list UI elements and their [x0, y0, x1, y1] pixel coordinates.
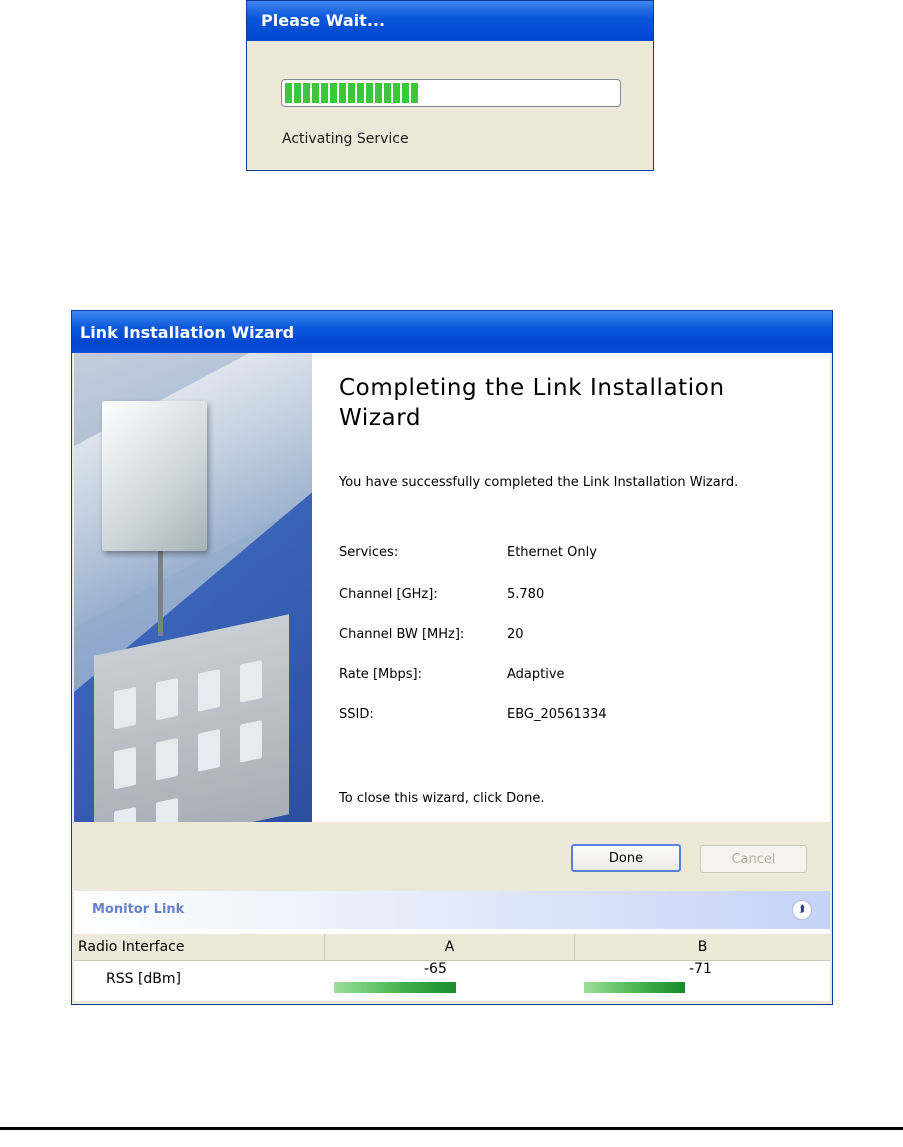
illustration-window — [156, 797, 178, 822]
wizard-content: Completing the Link Installation Wizard … — [339, 373, 819, 806]
page-bottom-rule — [0, 1127, 903, 1130]
illustration-window — [156, 737, 178, 781]
rss-label: RSS [dBm] — [106, 971, 182, 987]
illustration-window — [198, 668, 220, 712]
close-instruction: To close this wizard, click Done. — [339, 791, 545, 806]
link-installation-wizard: Link Installation Wizard Completing the … — [71, 310, 833, 1005]
monitor-table: Radio Interface A B RSS [dBm] -65 -71 — [74, 933, 830, 995]
progress-fill — [285, 83, 418, 103]
please-wait-title: Please Wait... — [247, 1, 653, 41]
info-row-channel-bw: Channel BW [MHz]: 20 — [339, 627, 759, 647]
illustration-building — [94, 614, 289, 822]
column-header-b: B — [574, 934, 830, 960]
activation-progress-bar — [281, 79, 621, 107]
illustration-antenna-panel — [102, 401, 207, 551]
progress-status-text: Activating Service — [282, 131, 409, 147]
info-row-services: Services: Ethernet Only — [339, 545, 759, 565]
column-header-radio-interface: Radio Interface — [78, 939, 185, 955]
cancel-button: Cancel — [700, 845, 807, 873]
info-value: 20 — [507, 627, 524, 642]
illustration-window — [114, 806, 136, 822]
info-value: Ethernet Only — [507, 545, 597, 560]
illustration-window — [156, 677, 178, 721]
info-row-channel: Channel [GHz]: 5.780 — [339, 587, 759, 607]
column-header-a: A — [324, 934, 574, 960]
illustration-window — [114, 686, 136, 730]
illustration-window — [240, 660, 262, 703]
rss-bar-b — [584, 982, 685, 993]
monitor-table-header: Radio Interface A B — [74, 933, 830, 961]
info-row-rate: Rate [Mbps]: Adaptive — [339, 667, 759, 687]
wizard-title: Link Installation Wizard — [72, 311, 832, 353]
info-label: Channel BW [MHz]: — [339, 627, 465, 642]
wizard-heading: Completing the Link Installation Wizard — [339, 375, 725, 431]
info-value: 5.780 — [507, 587, 545, 602]
illustration-window — [240, 720, 262, 763]
monitor-link-title: Monitor Link — [92, 902, 185, 917]
monitor-link-panel: Monitor Link ⮭ Radio Interface A B RSS [… — [74, 891, 830, 1001]
info-value: Adaptive — [507, 667, 565, 682]
wizard-side-illustration — [74, 353, 312, 822]
monitor-link-header[interactable]: Monitor Link ⮭ — [74, 891, 830, 929]
done-button[interactable]: Done — [571, 844, 681, 872]
wizard-button-bar: Done Cancel — [74, 822, 830, 898]
rss-cell-b: -71 — [574, 961, 830, 995]
illustration-antenna-pole — [158, 551, 163, 636]
rss-cell-a: -65 — [324, 961, 574, 995]
collapse-chevron-icon[interactable]: ⮭ — [792, 900, 812, 920]
wizard-body: Completing the Link Installation Wizard … — [74, 353, 830, 822]
rss-value-a: -65 — [424, 961, 447, 977]
please-wait-dialog: Please Wait... Activating Service — [246, 0, 654, 171]
illustration-window — [114, 746, 136, 790]
illustration-window — [198, 728, 220, 772]
success-message: You have successfully completed the Link… — [339, 475, 739, 490]
table-row: RSS [dBm] -65 -71 — [74, 961, 830, 995]
info-label: Rate [Mbps]: — [339, 667, 422, 682]
info-row-ssid: SSID: EBG_20561334 — [339, 707, 759, 727]
rss-bar-a — [334, 982, 456, 993]
rss-value-b: -71 — [689, 961, 712, 977]
info-label: Channel [GHz]: — [339, 587, 438, 602]
info-label: SSID: — [339, 707, 374, 722]
info-label: Services: — [339, 545, 399, 560]
info-value: EBG_20561334 — [507, 707, 607, 722]
